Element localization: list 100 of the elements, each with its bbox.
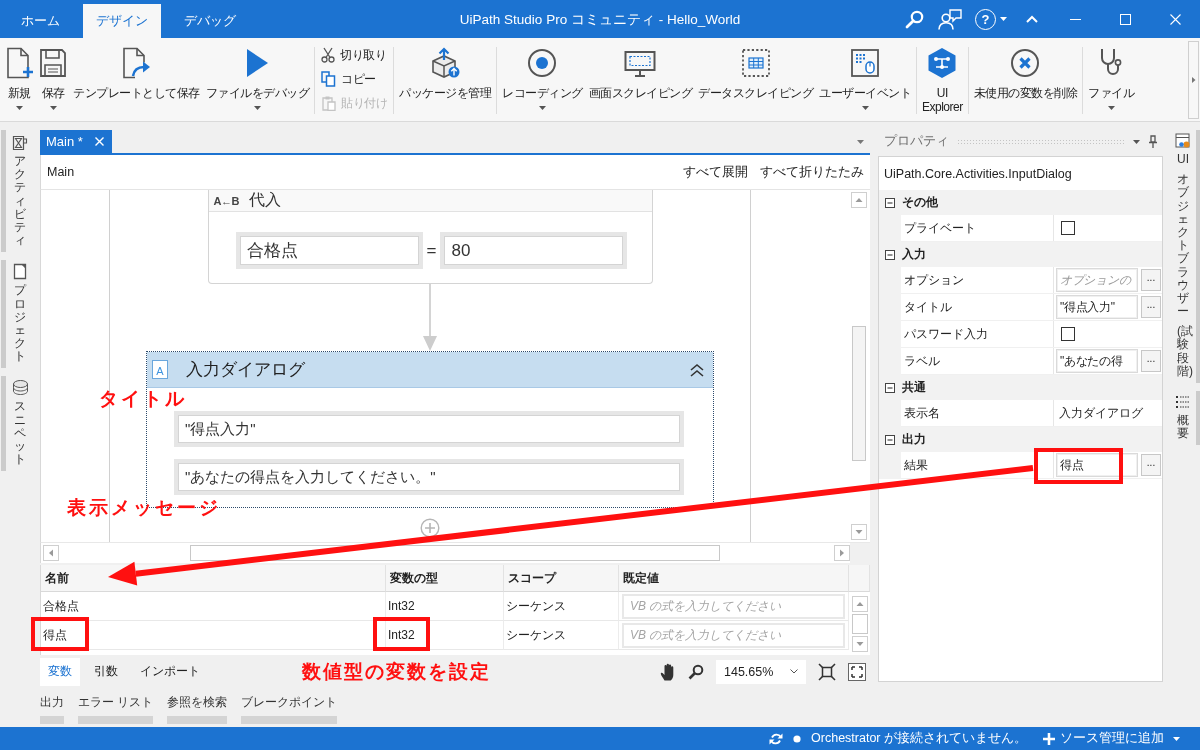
ellipsis-button[interactable]: ... bbox=[1141, 350, 1161, 372]
caret-icon[interactable] bbox=[857, 140, 864, 144]
ribbon-tab[interactable]: ホーム bbox=[8, 4, 73, 38]
ellipsis-button[interactable]: ... bbox=[1141, 296, 1161, 318]
minus-box-icon[interactable] bbox=[885, 197, 895, 208]
expression-field[interactable]: VB の式を入力してください bbox=[622, 593, 845, 619]
connection-status: Orchestrator が接続されていません。 bbox=[811, 730, 1027, 747]
category-header[interactable]: 入力 bbox=[879, 242, 1162, 267]
magnifier-icon[interactable] bbox=[688, 663, 704, 680]
scroll-thumb[interactable] bbox=[851, 614, 868, 634]
chevron-up-icon[interactable] bbox=[1026, 15, 1038, 23]
minus-box-icon[interactable] bbox=[885, 434, 895, 445]
copy-button[interactable]: コピー bbox=[321, 67, 376, 91]
arrow-right-icon[interactable] bbox=[834, 545, 850, 561]
expression-field[interactable]: "得点入力" bbox=[174, 411, 684, 447]
new-button[interactable]: 新規 bbox=[4, 41, 34, 117]
side-panel-tab[interactable]: アクティビティ bbox=[1, 130, 34, 253]
checkbox[interactable] bbox=[1061, 327, 1075, 341]
category-header[interactable]: その他 bbox=[879, 190, 1162, 215]
ui-explorer-button[interactable]: UI Explorer bbox=[921, 41, 964, 117]
caret-icon[interactable] bbox=[1133, 139, 1140, 144]
caret-icon[interactable] bbox=[1107, 106, 1115, 110]
minimize-icon[interactable] bbox=[1069, 18, 1081, 20]
designer-tab[interactable]: 引数 bbox=[86, 657, 126, 686]
side-panel-tab[interactable]: 概要 bbox=[1170, 391, 1200, 446]
variable-name[interactable]: 合格点 bbox=[43, 597, 79, 615]
designer-tab[interactable]: インポート bbox=[132, 657, 208, 686]
expression-field[interactable]: "あなたの得点を入力してください。" bbox=[174, 459, 684, 495]
caret-icon[interactable] bbox=[49, 106, 57, 110]
minus-box-icon[interactable] bbox=[885, 249, 895, 260]
fit-screen-icon[interactable] bbox=[818, 662, 836, 681]
expression-field[interactable]: 得点 bbox=[1056, 453, 1138, 477]
minus-box-icon[interactable] bbox=[885, 382, 895, 393]
document-tab[interactable]: Main * bbox=[40, 130, 112, 153]
ribbon-tab[interactable]: デザイン bbox=[83, 4, 161, 38]
person-speech-icon[interactable] bbox=[938, 8, 962, 30]
double-chevron-up-icon[interactable] bbox=[690, 362, 704, 377]
source-control-button[interactable]: ソース管理に追加 bbox=[1043, 730, 1180, 747]
side-panel-tab[interactable]: UI オブジェクトブラウザー (試験段階) bbox=[1170, 130, 1200, 383]
data-scraping-button[interactable]: データスクレイピング bbox=[697, 41, 814, 117]
debug-file-button[interactable]: ファイルをデバッグ bbox=[204, 41, 310, 117]
save-button[interactable]: 保存 bbox=[38, 41, 68, 117]
arrow-down-icon[interactable] bbox=[851, 636, 868, 652]
arrow-left-icon[interactable] bbox=[43, 545, 59, 561]
sync-icon[interactable] bbox=[769, 731, 784, 746]
vertical-scrollbar[interactable] bbox=[850, 190, 868, 542]
list-icon bbox=[1175, 394, 1191, 410]
category-header[interactable]: 出力 bbox=[879, 427, 1162, 452]
caret-icon[interactable] bbox=[538, 106, 546, 110]
collapse-all-link[interactable]: すべて折りたたみ bbox=[760, 163, 864, 181]
scroll-thumb[interactable] bbox=[190, 545, 720, 561]
screen-scraping-button[interactable]: 画面スクレイピング bbox=[587, 41, 693, 117]
remove-unused-variables-button[interactable]: 未使用の変数を削除 bbox=[972, 41, 1079, 117]
expand-all-link[interactable]: すべて展開 bbox=[683, 163, 748, 181]
breadcrumb-link[interactable]: Main bbox=[47, 165, 75, 179]
checkbox[interactable] bbox=[1061, 221, 1075, 235]
expression-field[interactable]: VB の式を入力してください bbox=[622, 622, 845, 648]
save-as-template-button[interactable]: テンプレートとして保存 bbox=[72, 41, 201, 117]
plus-circle-icon[interactable] bbox=[420, 518, 440, 538]
assign-activity[interactable]: A←B 代入 合格点 = 80 bbox=[207, 190, 653, 284]
file-menu-button[interactable]: ファイル bbox=[1087, 41, 1136, 117]
variable-name[interactable]: 得点 bbox=[43, 626, 67, 644]
caret-icon[interactable] bbox=[861, 106, 869, 110]
ellipsis-button[interactable]: ... bbox=[1141, 269, 1161, 291]
ellipsis-button[interactable]: ... bbox=[1141, 454, 1161, 476]
expression-field[interactable]: "あなたの得 bbox=[1056, 349, 1138, 373]
side-panel-tab[interactable]: スニペット bbox=[1, 376, 34, 472]
column-header[interactable]: 既定値 bbox=[619, 565, 849, 592]
maximize-icon[interactable] bbox=[1119, 13, 1131, 25]
overview-icon[interactable] bbox=[848, 662, 866, 681]
close-icon[interactable] bbox=[1169, 13, 1181, 25]
arrow-up-icon[interactable] bbox=[851, 596, 868, 612]
caret-icon[interactable] bbox=[15, 106, 23, 110]
designer-tab[interactable]: 変数 bbox=[40, 657, 80, 686]
user-events-button[interactable]: ユーザーイベント bbox=[818, 41, 912, 117]
cut-button[interactable]: 切り取り bbox=[321, 43, 386, 67]
expression-field[interactable]: "得点入力" bbox=[1056, 295, 1138, 319]
horizontal-scrollbar[interactable] bbox=[40, 542, 870, 563]
side-panel-tab[interactable]: プロジェクト bbox=[1, 260, 34, 369]
recording-button[interactable]: レコーディング bbox=[501, 41, 584, 117]
zoom-dropdown[interactable]: 145.65% bbox=[716, 659, 806, 684]
search-icon[interactable] bbox=[904, 9, 924, 29]
expression-field[interactable]: 合格点 bbox=[235, 232, 423, 269]
arrow-up-icon[interactable] bbox=[851, 192, 867, 208]
arrow-down-icon[interactable] bbox=[851, 524, 867, 540]
category-header[interactable]: 共通 bbox=[879, 375, 1162, 400]
column-header[interactable]: 変数の型 bbox=[386, 565, 504, 592]
expression-field[interactable]: 80 bbox=[440, 232, 628, 269]
caret-icon[interactable] bbox=[253, 106, 261, 110]
scroll-thumb[interactable] bbox=[852, 326, 866, 461]
close-icon[interactable] bbox=[94, 137, 104, 146]
column-header[interactable]: スコープ bbox=[504, 565, 619, 592]
caret-icon[interactable] bbox=[1000, 17, 1007, 21]
pin-icon[interactable] bbox=[1148, 135, 1158, 148]
manage-packages-button[interactable]: パッケージを管理 bbox=[398, 41, 492, 117]
hourglass-box-icon bbox=[12, 133, 28, 151]
hand-icon[interactable] bbox=[660, 662, 676, 681]
caret-icon[interactable] bbox=[1173, 736, 1180, 741]
ribbon-tab[interactable]: デバッグ bbox=[171, 4, 249, 38]
expression-field[interactable]: オプションの bbox=[1056, 268, 1138, 292]
